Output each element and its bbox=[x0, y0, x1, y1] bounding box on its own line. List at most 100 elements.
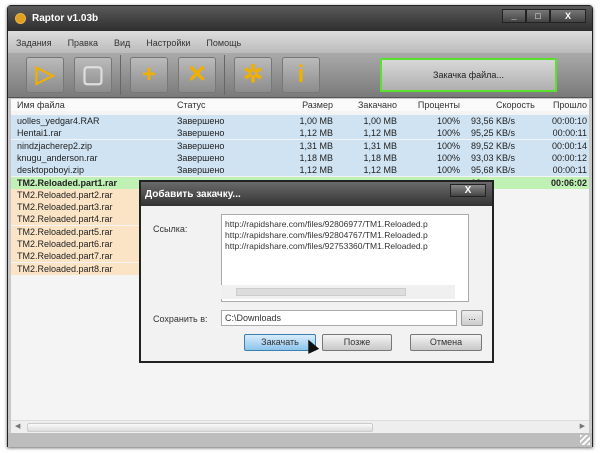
scroll-right-icon[interactable]: ▶ bbox=[580, 422, 585, 430]
cell-speed: 93,56 KB/s bbox=[471, 116, 516, 126]
cell-percent: 100% bbox=[436, 152, 460, 163]
cell-percent: 100% bbox=[436, 165, 460, 176]
list-header: Имя файла Статус Размер Закачано Процент… bbox=[11, 99, 589, 111]
table-row[interactable]: knugu_anderson.rar Завершено 1,18 MB 1,18 M… bbox=[11, 151, 589, 164]
scrollbar-thumb[interactable] bbox=[236, 288, 406, 296]
horizontal-scrollbar[interactable]: ◀ ▶ bbox=[11, 420, 589, 433]
menu-settings[interactable]: Настройки bbox=[146, 38, 190, 53]
cross-icon: ✕ bbox=[186, 61, 208, 88]
cell-file-name: TM2.Reloaded.part6.rar bbox=[17, 239, 113, 249]
column-status[interactable]: Статус bbox=[177, 99, 205, 111]
cell-downloaded: 1,12 MB bbox=[363, 165, 397, 176]
cell-status: Завершено bbox=[177, 116, 225, 126]
dialog-close-button[interactable]: X bbox=[450, 184, 486, 197]
add-download-dialog: Добавить закачку... X Ссылка: http://rap… bbox=[139, 180, 494, 363]
table-row[interactable]: desktopoboyi.zip Завершено 1,12 MB 1,12 MB 1… bbox=[11, 164, 589, 177]
browse-button[interactable]: ... bbox=[461, 310, 483, 326]
stop-button[interactable]: ▢ bbox=[74, 57, 112, 93]
cell-speed: 93,03 KB/s bbox=[471, 152, 516, 163]
delete-button[interactable]: ✕ bbox=[178, 57, 216, 93]
info-button[interactable]: i bbox=[282, 57, 320, 93]
maximize-button[interactable]: □ bbox=[526, 9, 550, 23]
menu-bar: Задания Правка Вид Настройки Помощь bbox=[8, 31, 592, 53]
link-label: Ссылка: bbox=[153, 224, 188, 234]
menu-help[interactable]: Помощь bbox=[206, 38, 241, 53]
cell-speed: 95,68 KB/s bbox=[471, 165, 516, 176]
app-logo-icon bbox=[15, 13, 26, 24]
scrollbar-thumb[interactable] bbox=[27, 423, 373, 432]
cell-downloaded: 1,18 MB bbox=[363, 152, 397, 163]
toolbar-divider bbox=[224, 55, 225, 95]
column-size[interactable]: Размер bbox=[302, 99, 333, 111]
cell-downloaded: 1,31 MB bbox=[363, 140, 397, 151]
cell-file-name: desktopoboyi.zip bbox=[17, 165, 85, 176]
menu-edit[interactable]: Правка bbox=[68, 38, 98, 53]
column-downloaded[interactable]: Закачано bbox=[358, 99, 397, 111]
cell-size: 1,00 MB bbox=[299, 116, 333, 126]
dialog-title: Добавить закачку... bbox=[145, 189, 241, 200]
resize-grip-icon[interactable] bbox=[580, 435, 590, 445]
cell-status: Завершено bbox=[177, 152, 225, 163]
dialog-title-bar: Добавить закачку... X bbox=[141, 182, 492, 206]
menu-tasks[interactable]: Задания bbox=[16, 38, 52, 53]
menu-view[interactable]: Вид bbox=[114, 38, 130, 53]
minimize-button[interactable]: _ bbox=[502, 9, 526, 23]
plus-icon: + bbox=[141, 61, 156, 88]
cell-size: 1,31 MB bbox=[299, 140, 333, 151]
column-elapsed[interactable]: Прошло bbox=[553, 99, 587, 111]
add-button[interactable]: + bbox=[130, 57, 168, 93]
cell-elapsed: 00:00:10 bbox=[551, 116, 587, 126]
toolbar-divider bbox=[120, 55, 121, 95]
cell-percent: 100% bbox=[436, 116, 460, 126]
link-line: http://rapidshare.com/files/92804767/TM1… bbox=[225, 230, 428, 240]
info-icon: i bbox=[297, 61, 305, 88]
cell-file-name: knugu_anderson.rar bbox=[17, 152, 98, 163]
cell-file-name: TM2.Reloaded.part2.rar bbox=[17, 189, 113, 200]
cell-speed: 95,25 KB/s bbox=[471, 128, 516, 139]
cell-elapsed: 00:06:02 bbox=[550, 177, 587, 188]
cell-file-name: TM2.Reloaded.part8.rar bbox=[17, 263, 113, 274]
column-percent[interactable]: Проценты bbox=[418, 99, 460, 111]
later-button[interactable]: Позже bbox=[322, 334, 392, 351]
toolbar: ▷ ▢ + ✕ ✲ i Закачка файла... bbox=[8, 53, 592, 98]
close-button[interactable]: X bbox=[550, 9, 586, 23]
cell-size: 1,18 MB bbox=[299, 152, 333, 163]
scroll-left-icon[interactable]: ◀ bbox=[15, 422, 20, 430]
cell-downloaded: 1,12 MB bbox=[363, 128, 397, 139]
settings-button[interactable]: ✲ bbox=[234, 57, 272, 93]
cell-file-name: Hentai1.rar bbox=[17, 128, 62, 139]
cell-file-name: TM2.Reloaded.part3.rar bbox=[17, 202, 113, 213]
column-speed[interactable]: Скорость bbox=[496, 99, 535, 111]
cell-file-name: TM2.Reloaded.part5.rar bbox=[17, 226, 113, 237]
save-path-input[interactable]: C:\Downloads bbox=[221, 310, 457, 326]
cell-file-name: uolles_yedgar4.RAR bbox=[17, 116, 100, 126]
cell-downloaded: 1,00 MB bbox=[363, 116, 397, 126]
cancel-button[interactable]: Отмена bbox=[410, 334, 482, 351]
cell-status: Завершено bbox=[177, 165, 225, 176]
cell-file-name: TM2.Reloaded.part7.rar bbox=[17, 251, 113, 262]
cell-size: 1,12 MB bbox=[299, 128, 333, 139]
column-filename[interactable]: Имя файла bbox=[17, 99, 65, 111]
status-bar bbox=[8, 433, 592, 447]
cell-elapsed: 00:00:11 bbox=[552, 128, 587, 139]
gear-icon: ✲ bbox=[242, 61, 264, 88]
cell-file-name: nindzjacherep2.zip bbox=[17, 140, 93, 151]
cell-elapsed: 00:00:14 bbox=[551, 140, 587, 151]
cell-status: Завершено bbox=[177, 128, 225, 139]
table-row[interactable]: uolles_yedgar4.RAR Завершено 1,00 MB 1,00 M… bbox=[11, 115, 589, 127]
table-row[interactable]: Hentai1.rar Завершено 1,12 MB 1,12 MB 100% 95… bbox=[11, 127, 589, 140]
window-title: Raptor v1.03b bbox=[32, 13, 99, 24]
cell-percent: 100% bbox=[436, 128, 460, 139]
cell-file-name: TM2.Reloaded.part4.rar bbox=[17, 214, 113, 225]
table-row[interactable]: nindzjacherep2.zip Завершено 1,31 MB 1,31 M… bbox=[11, 139, 589, 152]
stop-icon: ▢ bbox=[81, 61, 105, 88]
cell-elapsed: 00:00:11 bbox=[552, 165, 587, 176]
textarea-horizontal-scrollbar[interactable] bbox=[221, 285, 455, 299]
play-icon: ▷ bbox=[35, 61, 55, 88]
cell-size: 1,12 MB bbox=[299, 165, 333, 176]
link-line: http://rapidshare.com/files/92753360/TM1… bbox=[225, 241, 428, 251]
cell-file-name: TM2.Reloaded.part1.rar bbox=[17, 177, 118, 188]
download-file-button[interactable]: Закачка файла... bbox=[380, 58, 557, 92]
link-line: http://rapidshare.com/files/92806977/TM1… bbox=[225, 219, 428, 229]
start-button[interactable]: ▷ bbox=[26, 57, 64, 93]
